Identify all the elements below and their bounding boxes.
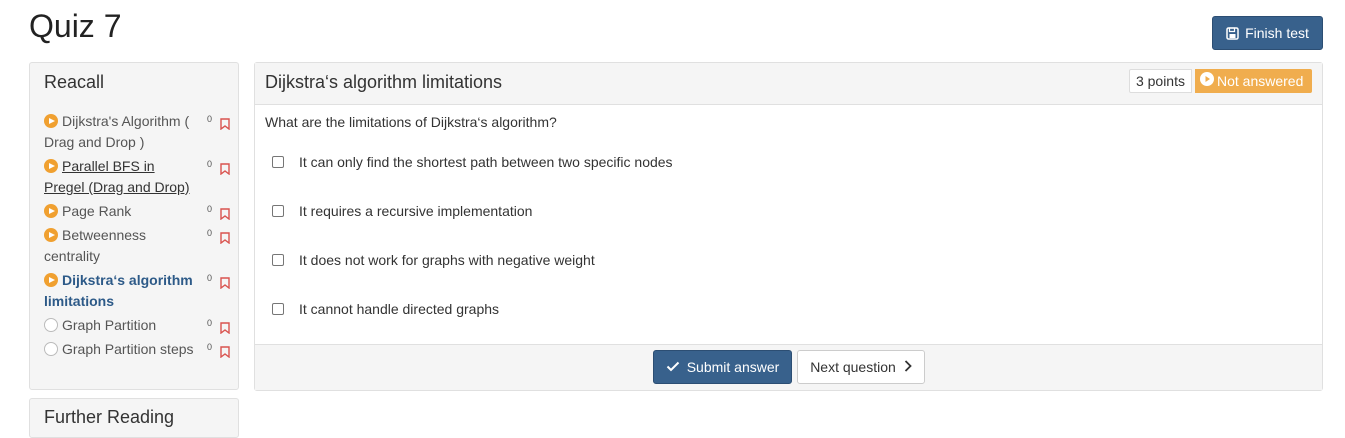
submit-answer-button[interactable]: Submit answer — [653, 350, 792, 384]
sidebar-item-label: Parallel BFS in Pregel (Drag and Drop) — [44, 158, 190, 195]
attempt-count: 0 — [206, 228, 212, 238]
save-icon — [1226, 26, 1239, 40]
question-title: Dijkstra‘s algorithm limitations — [265, 72, 503, 92]
attempt-count: 0 — [206, 159, 212, 169]
answer-option-label: It can only find the shortest path betwe… — [299, 154, 673, 170]
answer-checkbox[interactable] — [272, 303, 284, 315]
question-footer: Submit answer Next question — [255, 344, 1322, 390]
sidebar-item[interactable]: Dijkstra's Algorithm ( Drag and Drop ) 0 — [44, 111, 232, 153]
sidebar-item-label: Betweenness centrality — [44, 227, 147, 264]
bookmark-icon[interactable] — [220, 319, 230, 340]
answer-option-label: It requires a recursive implementation — [299, 203, 533, 219]
sidebar-item[interactable]: Betweenness centrality 0 — [44, 225, 232, 267]
answer-option[interactable]: It requires a recursive implementation — [272, 201, 673, 221]
check-icon — [666, 359, 680, 375]
play-circle-icon — [1200, 69, 1214, 93]
sidebar-item-text: Graph Partition — [44, 315, 196, 336]
sidebar-item-label: Dijkstra's Algorithm ( Drag and Drop ) — [44, 113, 190, 150]
chevron-right-icon — [904, 359, 912, 375]
play-circle-icon — [44, 273, 58, 287]
answer-option[interactable]: It does not work for graphs with negativ… — [272, 250, 673, 270]
circle-icon — [44, 342, 58, 356]
bookmark-icon[interactable] — [220, 343, 230, 364]
circle-icon — [44, 318, 58, 332]
bookmark-icon[interactable] — [220, 115, 230, 136]
points-badge: 3 points — [1128, 69, 1192, 93]
sidebar-item-text: Graph Partition steps — [44, 339, 196, 360]
question-header: Dijkstra‘s algorithm limitations 3 point… — [255, 63, 1322, 105]
sidebar-item-label: Graph Partition steps — [62, 341, 194, 357]
sidebar-item-label: Dijkstra‘s algorithm limitations — [44, 272, 193, 309]
sidebar-item-label: Page Rank — [62, 203, 132, 219]
attempt-count: 0 — [206, 204, 212, 214]
sidebar-item-text: Dijkstra‘s algorithm limitations — [44, 270, 196, 312]
sidebar-item-text: Page Rank — [44, 201, 196, 222]
further-reading-panel: Further Reading — [29, 398, 239, 438]
further-reading-title: Further Reading — [44, 407, 175, 427]
bookmark-icon[interactable] — [220, 160, 230, 181]
sidebar-title: Reacall — [44, 72, 105, 92]
sidebar-item-label: Graph Partition — [62, 317, 157, 333]
sidebar-item[interactable]: Parallel BFS in Pregel (Drag and Drop) 0 — [44, 156, 232, 198]
finish-test-label: Finish test — [1245, 25, 1309, 41]
play-circle-icon — [44, 159, 58, 173]
sidebar-item-text: Dijkstra's Algorithm ( Drag and Drop ) — [44, 111, 196, 153]
attempt-count: 0 — [206, 273, 212, 283]
sidebar-item[interactable]: Dijkstra‘s algorithm limitations 0 — [44, 270, 232, 312]
sidebar-item-text: Betweenness centrality — [44, 225, 196, 267]
attempt-count: 0 — [206, 114, 212, 124]
answer-checkbox[interactable] — [272, 156, 284, 168]
answer-options: It can only find the shortest path betwe… — [272, 152, 673, 348]
bookmark-icon[interactable] — [220, 274, 230, 295]
status-badge: Not answered — [1195, 69, 1312, 93]
bookmark-icon[interactable] — [220, 229, 230, 250]
play-circle-icon — [44, 204, 58, 218]
answer-option-label: It does not work for graphs with negativ… — [299, 252, 595, 268]
bookmark-icon[interactable] — [220, 205, 230, 226]
attempt-count: 0 — [206, 318, 212, 328]
attempt-count: 0 — [206, 342, 212, 352]
answer-option-label: It cannot handle directed graphs — [299, 301, 500, 317]
status-label: Not answered — [1217, 73, 1304, 89]
question-nav-list: Dijkstra's Algorithm ( Drag and Drop ) 0 P… — [44, 111, 232, 363]
answer-option[interactable]: It cannot handle directed graphs — [272, 299, 673, 319]
question-panel: Dijkstra‘s algorithm limitations 3 point… — [254, 62, 1323, 391]
submit-answer-label: Submit answer — [686, 359, 780, 375]
finish-test-button[interactable]: Finish test — [1212, 16, 1323, 50]
page-title: Quiz 7 — [29, 8, 122, 44]
answer-checkbox[interactable] — [272, 205, 284, 217]
play-circle-icon — [44, 228, 58, 242]
next-question-button[interactable]: Next question — [797, 350, 925, 384]
play-circle-icon — [44, 114, 58, 128]
question-text: What are the limitations of Dijkstra‘s a… — [265, 114, 557, 130]
sidebar-item[interactable]: Graph Partition steps 0 — [44, 339, 232, 360]
answer-option[interactable]: It can only find the shortest path betwe… — [272, 152, 673, 172]
answer-checkbox[interactable] — [272, 254, 284, 266]
sidebar-item[interactable]: Page Rank 0 — [44, 201, 232, 222]
question-sidebar: Reacall Dijkstra's Algorithm ( Drag and … — [29, 62, 239, 390]
next-question-label: Next question — [810, 359, 896, 375]
sidebar-item[interactable]: Graph Partition 0 — [44, 315, 232, 336]
sidebar-item-text: Parallel BFS in Pregel (Drag and Drop) — [44, 156, 196, 198]
